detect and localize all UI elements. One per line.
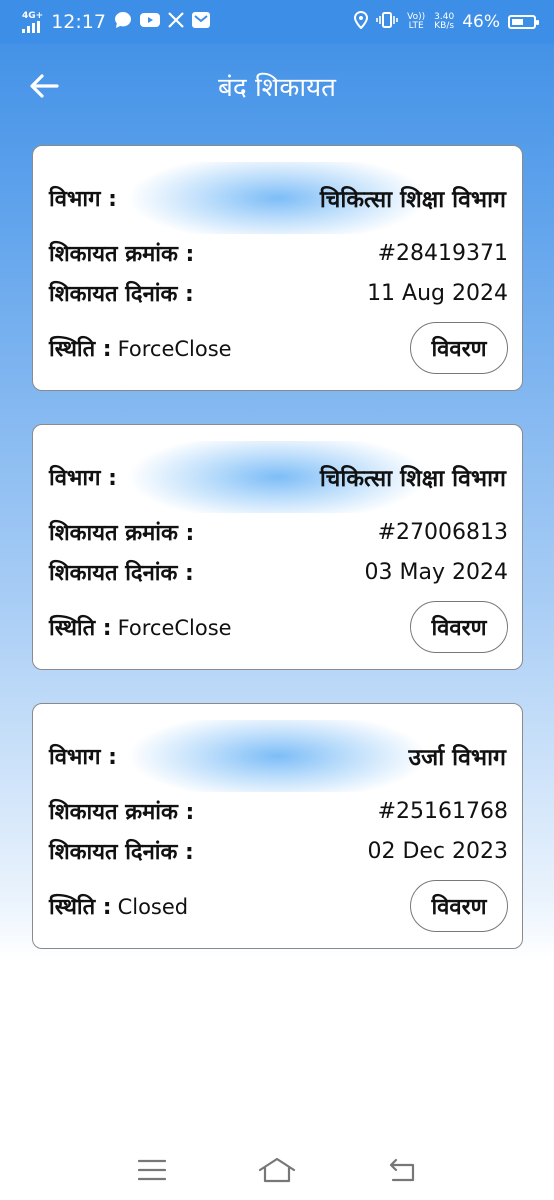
clock: 12:17: [51, 11, 106, 33]
battery-percent: 46%: [462, 12, 500, 32]
mail-icon: [191, 11, 210, 33]
status-label: स्थिति :: [49, 337, 112, 362]
complaint-number-row: शिकायत क्रमांक : #27006813: [49, 517, 508, 547]
complaint-date-row: शिकायत दिनांक : 02 Dec 2023: [49, 836, 508, 866]
menu-icon: [138, 1159, 167, 1181]
complaint-date-value: 02 Dec 2023: [367, 838, 508, 864]
system-nav-bar: [0, 1140, 554, 1200]
complaint-number-value: #25161768: [377, 798, 508, 824]
complaint-date-value: 11 Aug 2024: [367, 280, 508, 306]
lte-indicator: Vo)) LTE: [407, 12, 426, 31]
details-button[interactable]: विवरण: [410, 601, 508, 653]
network-type: 4G+: [22, 10, 44, 21]
status-row: स्थिति : ForceClose विवरण: [49, 601, 508, 653]
back-button[interactable]: [26, 68, 62, 104]
complaint-date-label: शिकायत दिनांक :: [49, 561, 194, 586]
status-label: स्थिति :: [49, 616, 112, 641]
nav-back-button[interactable]: [382, 1150, 422, 1190]
complaint-date-label: शिकायत दिनांक :: [49, 840, 194, 865]
department-label: विभाग :: [49, 187, 117, 212]
status-value: ForceClose: [117, 337, 232, 361]
status-value: ForceClose: [117, 616, 232, 640]
location-icon: [354, 10, 369, 34]
app-bar: बंद शिकायत: [0, 44, 554, 128]
nav-menu-button[interactable]: [132, 1150, 172, 1190]
status-row: स्थिति : ForceClose विवरण: [49, 322, 508, 374]
complaint-date-row: शिकायत दिनांक : 11 Aug 2024: [49, 278, 508, 308]
status-value: Closed: [117, 895, 189, 919]
status-group: स्थिति : Closed: [49, 891, 188, 921]
chat-icon: [114, 11, 132, 34]
x-icon: [168, 11, 184, 33]
page-title: बंद शिकायत: [218, 73, 336, 103]
complaint-number-value: #28419371: [377, 240, 508, 266]
back-nav-icon: [389, 1158, 414, 1182]
department-value: उर्जा विभाग: [408, 745, 506, 771]
complaint-number-label: शिकायत क्रमांक :: [49, 800, 195, 825]
department-label: विभाग :: [49, 745, 117, 770]
complaint-card: विभाग : उर्जा विभाग शिकायत क्रमांक : #25…: [32, 703, 523, 949]
department-value: चिकित्सा शिक्षा विभाग: [319, 187, 506, 213]
complaint-card: विभाग : चिकित्सा शिक्षा विभाग शिकायत क्र…: [32, 145, 523, 391]
department-row: विभाग : चिकित्सा शिक्षा विभाग: [47, 441, 508, 513]
status-bar-left: 4G+ 12:17: [22, 11, 210, 34]
department-row: विभाग : उर्जा विभाग: [47, 720, 508, 792]
status-bar: 4G+ 12:17 Vo)) LTE 3.40 KB/s 46%: [0, 0, 554, 44]
complaint-number-label: शिकायत क्रमांक :: [49, 242, 195, 267]
complaint-date-label: शिकायत दिनांक :: [49, 282, 194, 307]
nav-home-button[interactable]: [257, 1150, 297, 1190]
arrow-left-icon: [30, 74, 59, 98]
complaint-date-row: शिकायत दिनांक : 03 May 2024: [49, 557, 508, 587]
details-button[interactable]: विवरण: [410, 880, 508, 932]
vibrate-icon: [376, 11, 398, 34]
network-speed: 3.40 KB/s: [434, 13, 454, 31]
status-row: स्थिति : Closed विवरण: [49, 880, 508, 932]
status-group: स्थिति : ForceClose: [49, 612, 232, 642]
complaint-date-value: 03 May 2024: [364, 559, 508, 585]
department-label: विभाग :: [49, 466, 117, 491]
complaint-number-row: शिकायत क्रमांक : #25161768: [49, 796, 508, 826]
signal-icon: 4G+: [22, 10, 44, 33]
complaint-card: विभाग : चिकित्सा शिक्षा विभाग शिकायत क्र…: [32, 424, 523, 670]
youtube-icon: [139, 12, 160, 32]
home-icon: [258, 1157, 296, 1183]
status-label: स्थिति :: [49, 895, 112, 920]
status-group: स्थिति : ForceClose: [49, 333, 232, 363]
complaint-number-label: शिकायत क्रमांक :: [49, 521, 195, 546]
network-speed-unit: KB/s: [434, 21, 455, 31]
department-row: विभाग : चिकित्सा शिक्षा विभाग: [47, 162, 508, 234]
complaint-number-row: शिकायत क्रमांक : #28419371: [49, 238, 508, 268]
complaint-number-value: #27006813: [377, 519, 508, 545]
department-value: चिकित्सा शिक्षा विभाग: [319, 466, 506, 492]
details-button[interactable]: विवरण: [410, 322, 508, 374]
battery-icon: [508, 15, 539, 29]
status-bar-right: Vo)) LTE 3.40 KB/s 46%: [354, 10, 539, 34]
